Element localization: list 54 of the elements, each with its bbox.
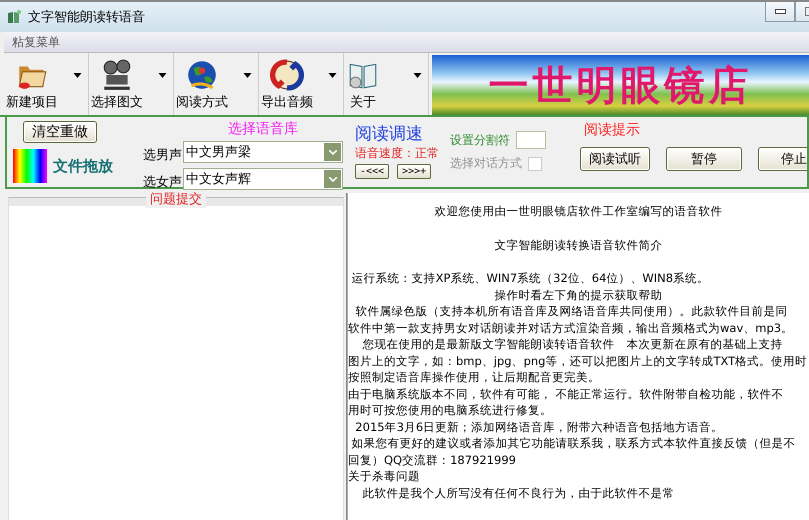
faster-button[interactable]: >>>+ [397, 164, 432, 179]
color-palette-icon [13, 149, 47, 183]
text-line: 软件属绿色版（支持本机所有语音库及网络语音库共同使用）。此款软件目前是同 [354, 304, 788, 318]
toolbar-button[interactable]: 阅读方式 [174, 56, 230, 112]
voice-label: 选男声 [143, 147, 182, 164]
banner-title: 一世明眼镜店 [488, 62, 752, 110]
dropdown-caret-icon[interactable] [73, 72, 82, 78]
voice-label: 选女声 [143, 174, 182, 191]
text-line: 2015年3月6日更新；添加网络语音库，附带六种语音包括地方语音。 [354, 420, 724, 434]
text-line: 您现在使用的是最新版文字智能朗读转语音软件 本次更新在原有的基础上支持 [362, 337, 783, 351]
refresh-icon [270, 58, 304, 92]
dropdown-caret-icon[interactable] [243, 72, 252, 78]
text-line: 欢迎您使用由一世明眼镜店软件工作室编写的语音软件 [434, 204, 722, 218]
toolbar-button[interactable]: 关于 [344, 56, 382, 112]
speed-status: 语音速度：正常 [355, 145, 440, 162]
playback-button[interactable]: 停止 [758, 147, 807, 171]
file-drop-label: 文件拖放 [53, 156, 113, 176]
playback-button[interactable]: 阅读试听 [580, 147, 650, 171]
text-line: 如果您有更好的建议或者添加其它功能请联系我，联系方式本软件直接反馈（但是不 [350, 436, 796, 450]
chevron-down-icon [328, 176, 336, 182]
separator-label: 设置分割符 [450, 132, 510, 148]
toolbar-button[interactable]: 导出音频 [259, 56, 315, 112]
text-line: 用时可按您使用的电脑系统进行修复。 [348, 403, 552, 417]
dropdown-caret-icon[interactable] [158, 72, 167, 78]
text-line: 运行系统：支持XP系统、WIN7系统（32位、64位）、WIN8系统。 [350, 271, 710, 285]
voice-dropdown[interactable]: 中文男声梁 [183, 141, 343, 163]
minimize-button[interactable] [765, 2, 795, 22]
window-title: 文字智能朗读转语音 [28, 9, 145, 26]
toolbar-button[interactable]: 新建项目 [4, 56, 60, 112]
text-line: 操作时看左下角的提示获取帮助 [494, 288, 662, 302]
text-line: 文字智能朗读转换语音软件简介 [494, 238, 662, 252]
text-line: 回复）QQ交流群：187921999 [348, 452, 516, 466]
text-line: 图片上的文字，如：bmp、jpg、png等，还可以把图片上的文字转成TXT格式。使用时 [348, 354, 808, 368]
voice-library-heading: 选择语音库 [227, 121, 299, 137]
chevron-down-icon [328, 150, 336, 154]
text-line: 此软件是我个人所写没有任何不良行为，由于此软件不是常 [362, 486, 675, 500]
menu-item[interactable]: 粘复菜单 [12, 34, 60, 50]
dialog-mode-label: 选择对话方式 [450, 155, 522, 172]
text-line: 由于电脑系统版本不同，软件有可能， 不能正常运行。软件附带自检功能，软件不 [348, 386, 784, 400]
text-line: 按照制定语音库操作使用，让后期配音更完美。 [348, 370, 600, 384]
text-line: 软件中第一款支持男女对话朗读并对话方式渲染音频，输出音频格式为wav、mp3。 [348, 320, 794, 334]
playback-button[interactable]: 暂停 [666, 147, 742, 171]
dropdown-caret-icon[interactable] [328, 72, 337, 78]
feedback-panel-title: 问题提交 [146, 190, 206, 208]
voice-dropdown[interactable]: 中文女声辉 [183, 168, 343, 190]
book-icon [6, 9, 22, 25]
clear-button[interactable]: 清空重做 [23, 121, 97, 143]
separator-field[interactable] [516, 131, 546, 149]
toolbar-button[interactable]: 选择图文 [89, 56, 145, 112]
speed-heading: 阅读调速 [355, 123, 424, 145]
dropdown-caret-icon[interactable] [413, 72, 422, 78]
reading-hint-heading: 阅读提示 [584, 121, 641, 139]
slower-button[interactable]: -<<< [355, 164, 390, 179]
text-line: 关于杀毒问题 [348, 469, 420, 483]
